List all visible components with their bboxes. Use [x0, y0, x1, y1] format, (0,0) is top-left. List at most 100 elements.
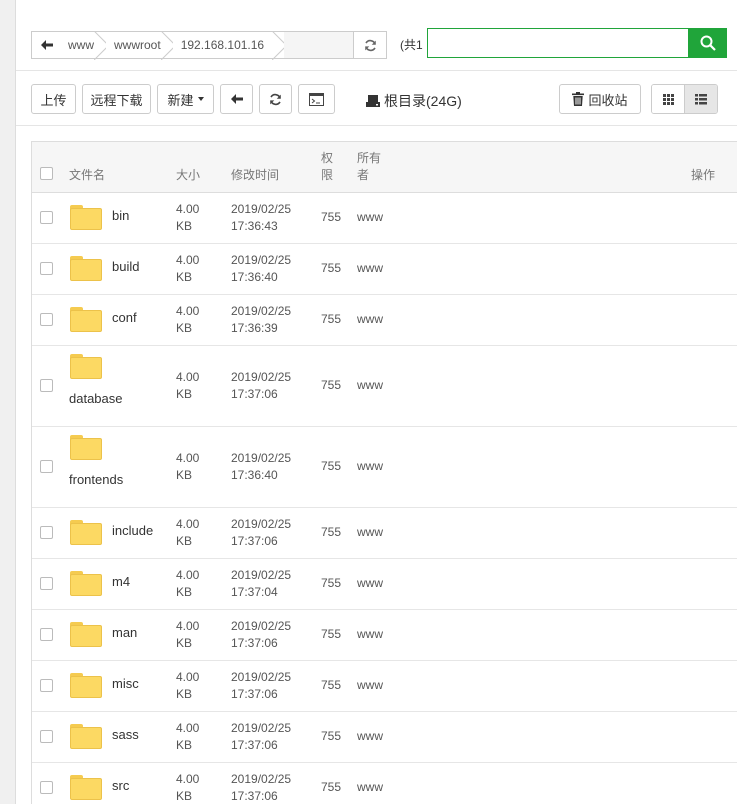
caret-down-icon — [197, 97, 204, 101]
file-name[interactable]: database — [69, 390, 123, 407]
header-name[interactable]: 文件名 — [69, 167, 105, 184]
file-name[interactable]: bin — [112, 207, 129, 224]
row-checkbox[interactable] — [40, 679, 53, 692]
table-row[interactable]: include 4.00 KB 2019/02/25 17:37:06 755 www — [32, 508, 737, 559]
file-permission[interactable]: 755 — [321, 575, 341, 592]
file-permission[interactable]: 755 — [321, 377, 341, 394]
file-owner[interactable]: www — [357, 311, 383, 328]
table-row[interactable]: database 4.00 KB 2019/02/25 17:37:06 755 www — [32, 346, 737, 427]
file-name[interactable]: build — [112, 258, 139, 275]
row-checkbox[interactable] — [40, 781, 53, 794]
recycle-bin-button[interactable]: 回收站 — [559, 84, 641, 114]
table-row[interactable]: sass 4.00 KB 2019/02/25 17:37:06 755 www — [32, 712, 737, 763]
file-size: 4.00 KB — [176, 772, 200, 803]
row-checkbox[interactable] — [40, 460, 53, 473]
table-row[interactable]: conf 4.00 KB 2019/02/25 17:36:39 755 www — [32, 295, 737, 346]
file-owner[interactable]: www — [357, 626, 383, 643]
terminal-icon — [309, 92, 324, 106]
table-row[interactable]: man 4.00 KB 2019/02/25 17:37:06 755 www — [32, 610, 737, 661]
header-mtime[interactable]: 修改时间 — [231, 167, 279, 184]
folder-icon — [70, 307, 102, 332]
file-owner[interactable]: www — [357, 677, 383, 694]
file-name[interactable]: m4 — [112, 573, 130, 590]
table-row[interactable]: bin 4.00 KB 2019/02/25 17:36:43 755 www — [32, 193, 737, 244]
file-permission[interactable]: 755 — [321, 458, 341, 475]
search-icon — [700, 35, 716, 51]
file-mtime: 2019/02/25 17:37:06 — [231, 670, 292, 701]
row-checkbox[interactable] — [40, 526, 53, 539]
breadcrumb-wwwroot[interactable]: wwwroot — [106, 32, 161, 58]
file-owner[interactable]: www — [357, 209, 383, 226]
file-permission[interactable]: 755 — [321, 626, 341, 643]
table-row[interactable]: build 4.00 KB 2019/02/25 17:36:40 755 www — [32, 244, 737, 295]
refresh-path-button[interactable] — [353, 31, 387, 59]
row-checkbox[interactable] — [40, 211, 53, 224]
row-checkbox[interactable] — [40, 313, 53, 326]
table-row[interactable]: src 4.00 KB 2019/02/25 17:37:06 755 www — [32, 763, 737, 804]
file-size: 4.00 KB — [176, 568, 200, 599]
table-row[interactable]: m4 4.00 KB 2019/02/25 17:37:04 755 www — [32, 559, 737, 610]
folder-icon — [70, 520, 102, 545]
breadcrumb-www[interactable]: www — [62, 32, 94, 58]
table-row[interactable]: frontends 4.00 KB 2019/02/25 17:36:40 755 ww… — [32, 427, 737, 508]
breadcrumb-ip[interactable]: 192.168.101.16 — [173, 32, 264, 58]
file-name[interactable]: src — [112, 777, 129, 794]
divider — [16, 70, 737, 71]
list-view-button[interactable] — [684, 85, 717, 113]
file-permission[interactable]: 755 — [321, 311, 341, 328]
file-size: 4.00 KB — [176, 304, 200, 335]
file-permission[interactable]: 755 — [321, 779, 341, 796]
folder-icon — [70, 256, 102, 281]
file-name[interactable]: sass — [112, 726, 139, 743]
refresh-button[interactable] — [259, 84, 292, 114]
row-checkbox[interactable] — [40, 577, 53, 590]
file-owner[interactable]: www — [357, 377, 383, 394]
refresh-icon — [270, 93, 281, 105]
file-permission[interactable]: 755 — [321, 728, 341, 745]
file-permission[interactable]: 755 — [321, 209, 341, 226]
file-name[interactable]: misc — [112, 675, 139, 692]
upload-button[interactable]: 上传 — [31, 84, 76, 114]
file-owner[interactable]: www — [357, 575, 383, 592]
table-row[interactable]: misc 4.00 KB 2019/02/25 17:37:06 755 www — [32, 661, 737, 712]
header-size[interactable]: 大小 — [176, 167, 200, 184]
file-size: 4.00 KB — [176, 619, 200, 650]
file-owner[interactable]: www — [357, 260, 383, 277]
row-checkbox[interactable] — [40, 730, 53, 743]
back-button[interactable] — [220, 84, 253, 114]
file-name[interactable]: frontends — [69, 471, 123, 488]
file-table: 文件名 大小 修改时间 权限 所有者 操作 bin 4.00 KB 2019/02/… — [31, 141, 737, 804]
row-checkbox[interactable] — [40, 262, 53, 275]
remote-download-button[interactable]: 远程下载 — [82, 84, 151, 114]
trash-icon — [572, 92, 585, 106]
file-owner[interactable]: www — [357, 524, 383, 541]
back-arrow-icon — [230, 94, 243, 104]
header-owner[interactable]: 所有者 — [357, 150, 383, 184]
file-owner[interactable]: www — [357, 728, 383, 745]
search-button[interactable] — [688, 28, 727, 58]
select-all-checkbox[interactable] — [40, 167, 53, 180]
file-name[interactable]: conf — [112, 309, 137, 326]
file-name[interactable]: include — [112, 522, 153, 539]
new-dropdown-button[interactable]: 新建 — [157, 84, 214, 114]
terminal-button[interactable] — [298, 84, 335, 114]
file-owner[interactable]: www — [357, 779, 383, 796]
file-name[interactable]: man — [112, 624, 137, 641]
disk-selector[interactable]: 根目录(24G) — [366, 91, 462, 111]
row-checkbox[interactable] — [40, 379, 53, 392]
file-mtime: 2019/02/25 17:36:40 — [231, 253, 292, 284]
file-owner[interactable]: www — [357, 458, 383, 475]
header-permission[interactable]: 权限 — [321, 150, 335, 184]
folder-icon — [70, 673, 102, 698]
address-bar[interactable]: www wwwroot 192.168.101.16 — [31, 31, 386, 59]
back-arrow-icon[interactable] — [32, 32, 62, 58]
file-permission[interactable]: 755 — [321, 524, 341, 541]
file-permission[interactable]: 755 — [321, 260, 341, 277]
search-input[interactable] — [427, 28, 689, 58]
disk-label: 根目录(24G) — [384, 93, 462, 109]
grid-view-button[interactable] — [652, 85, 684, 113]
breadcrumb-separator — [272, 32, 284, 60]
row-checkbox[interactable] — [40, 628, 53, 641]
file-permission[interactable]: 755 — [321, 677, 341, 694]
breadcrumb-label: www — [68, 38, 94, 52]
